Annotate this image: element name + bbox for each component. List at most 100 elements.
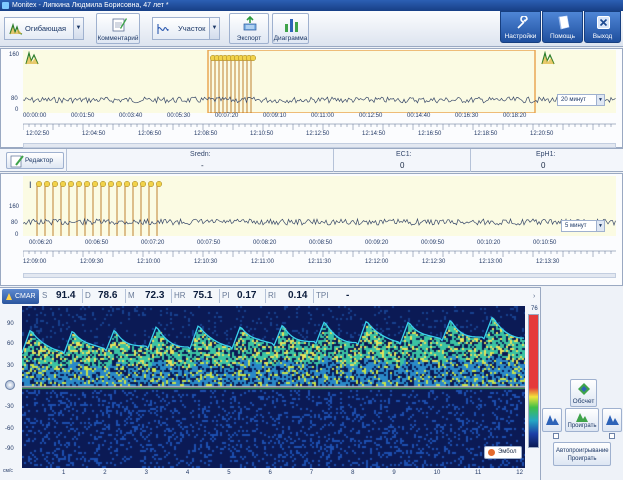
- ec1-label: EC1:: [396, 151, 412, 158]
- checkbox-left[interactable]: [553, 433, 559, 439]
- time-tick-label: 00:14:40: [407, 113, 431, 119]
- event-marker-flag[interactable]: [84, 180, 91, 187]
- bar-chart-icon: [285, 19, 298, 32]
- time-tick-label: 00:03:40: [119, 113, 143, 119]
- envelope-icon: [9, 23, 23, 35]
- event-marker-flag[interactable]: [76, 180, 83, 187]
- play-label: Проиграть: [567, 423, 597, 429]
- autoplay-button[interactable]: Автопроигрывание Проиграть: [553, 442, 611, 466]
- time-tick-label: 12:13:30: [536, 259, 560, 265]
- diagram-button[interactable]: Диаграмма: [272, 13, 309, 44]
- chevron-down-icon: ▼: [596, 95, 604, 105]
- selection-window[interactable]: [207, 50, 536, 113]
- time-tick-label: 12:13:00: [479, 259, 503, 265]
- time-tick-label: 00:09:10: [263, 113, 287, 119]
- time-tick-label: 00:07:50: [197, 240, 221, 246]
- envelope-combo[interactable]: Огибающая ▼: [4, 17, 84, 40]
- event-marker-flag[interactable]: [107, 180, 114, 187]
- event-marker-flag[interactable]: [115, 180, 122, 187]
- comment-button[interactable]: Комментарий: [96, 13, 140, 44]
- trend1-bottom-time-axis: 12:02:50 12:04:50 12:06:50 12:08:50 12:10:50…: [23, 131, 616, 141]
- event-marker-flag[interactable]: [249, 54, 256, 61]
- time-tick-label: 00:08:50: [309, 240, 333, 246]
- event-marker-flag[interactable]: [52, 180, 59, 187]
- time-tick-label: 00:00:00: [23, 113, 47, 119]
- monitex-window: Monitex - Липкина Людмила Борисовна, 47 …: [0, 0, 623, 480]
- color-scale-bar[interactable]: [528, 314, 539, 448]
- export-button[interactable]: Экспорт: [229, 13, 269, 44]
- tpi-value: -: [346, 290, 350, 301]
- play-right-button[interactable]: [602, 408, 622, 432]
- event-marker-flag[interactable]: [123, 180, 130, 187]
- recalc-button[interactable]: Обсчет: [570, 379, 597, 407]
- time-tick-label: 12:09:30: [80, 259, 104, 265]
- time-tick-label: 00:18:20: [503, 113, 527, 119]
- pi-label: PI: [222, 291, 230, 300]
- spectrum-x-axis: 1 2 3 4 5 6 7 8 9 10 11 12: [22, 470, 525, 479]
- event-marker-flag[interactable]: [35, 180, 42, 187]
- help-button[interactable]: Помощь: [542, 11, 583, 43]
- event-marker-flag[interactable]: [91, 180, 98, 187]
- editor-button[interactable]: Редактор: [6, 152, 64, 169]
- editor-button-label: Редактор: [25, 157, 53, 164]
- time-tick-label: 12:12:00: [365, 259, 389, 265]
- chevron-right-icon[interactable]: ›: [533, 293, 535, 300]
- event-marker-flag[interactable]: [60, 180, 67, 187]
- ec1-value: 0: [400, 161, 405, 170]
- time-tick-label: 12:02:50: [26, 131, 50, 137]
- event-marker-flag[interactable]: [155, 180, 162, 187]
- time-tick-label: 00:01:50: [71, 113, 95, 119]
- trend-overview-svg: [23, 50, 616, 113]
- title-bar: Monitex - Липкина Людмила Борисовна, 47 …: [0, 0, 623, 11]
- main-toolbar: Огибающая ▼ Комментарий Участок ▼ Экспор…: [0, 11, 623, 47]
- section-combo-label: Участок: [178, 24, 206, 33]
- exit-button[interactable]: Выход: [584, 11, 621, 43]
- event-marker-flag[interactable]: [139, 180, 146, 187]
- spectrum-x-tick: 8: [351, 470, 355, 476]
- trend1-scale-select[interactable]: 20 минут ▼: [557, 94, 605, 106]
- trend-detail-plot[interactable]: [23, 176, 616, 236]
- trend2-scrollbar[interactable]: [23, 273, 616, 278]
- d-value: 78.6: [98, 290, 118, 301]
- baseline-handle[interactable]: [5, 380, 15, 390]
- params-bar: CMAR S 91.4 D 78.6 M 72.3 HR 75.1 PI 0.1…: [0, 287, 540, 304]
- spectrum-y-tick: 90: [7, 321, 14, 327]
- spectrum-x-tick: 2: [103, 470, 107, 476]
- wave-play-icon: [606, 415, 619, 425]
- event-marker-flag[interactable]: [68, 180, 75, 187]
- trend-overview-plot[interactable]: [23, 50, 616, 113]
- event-marker-flag[interactable]: [131, 180, 138, 187]
- chevron-down-icon: ▼: [596, 221, 604, 231]
- vessel-icon: [6, 293, 12, 300]
- divider: [82, 289, 83, 303]
- time-tick-label: 12:10:00: [137, 259, 161, 265]
- exit-button-label: Выход: [592, 33, 613, 40]
- vessel-badge[interactable]: CMAR: [2, 289, 39, 304]
- time-tick-label: 12:09:00: [23, 259, 47, 265]
- time-tick-label: 12:12:50: [306, 131, 330, 137]
- doppler-spectrum[interactable]: [22, 306, 525, 468]
- time-tick-label: 00:07:20: [215, 113, 239, 119]
- app-icon: [2, 2, 9, 9]
- trend2-y-tick: 0: [15, 232, 19, 238]
- sredn-value: -: [201, 161, 204, 170]
- spectrum-x-tick: 6: [268, 470, 272, 476]
- event-marker-flag[interactable]: [147, 180, 154, 187]
- play-button[interactable]: Проиграть: [565, 408, 599, 432]
- play-left-button[interactable]: [542, 408, 562, 432]
- help-button-label: Помощь: [549, 33, 576, 40]
- emboli-button[interactable]: Эмбол: [484, 446, 522, 459]
- checkbox-right[interactable]: [609, 433, 615, 439]
- divider: [219, 289, 220, 303]
- trend2-scale-select[interactable]: 5 минут ▼: [561, 220, 605, 232]
- settings-button[interactable]: Настройки: [500, 11, 541, 43]
- trend1-top-time-axis: 00:00:00 00:01:50 00:03:40 00:05:30 00:07:20…: [23, 113, 616, 123]
- section-wave-icon: [157, 24, 169, 34]
- d-label: D: [85, 291, 91, 300]
- chevron-down-icon: ▼: [209, 18, 219, 39]
- time-tick-label: 00:08:20: [253, 240, 277, 246]
- section-combo[interactable]: Участок ▼: [152, 17, 220, 40]
- event-marker-flag[interactable]: [99, 180, 106, 187]
- spectrum-y-tick: -90: [5, 446, 14, 452]
- event-marker-flag[interactable]: [44, 180, 51, 187]
